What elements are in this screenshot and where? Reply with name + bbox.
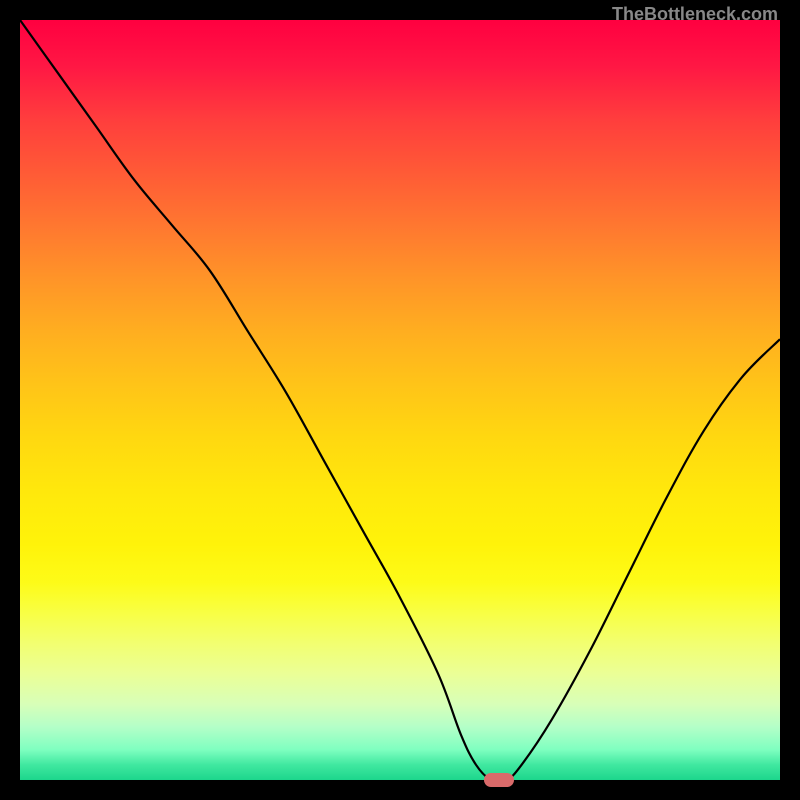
chart-container: TheBottleneck.com xyxy=(0,0,800,800)
bottleneck-curve xyxy=(20,20,780,780)
optimal-point-marker xyxy=(484,773,514,787)
watermark-text: TheBottleneck.com xyxy=(612,4,778,25)
